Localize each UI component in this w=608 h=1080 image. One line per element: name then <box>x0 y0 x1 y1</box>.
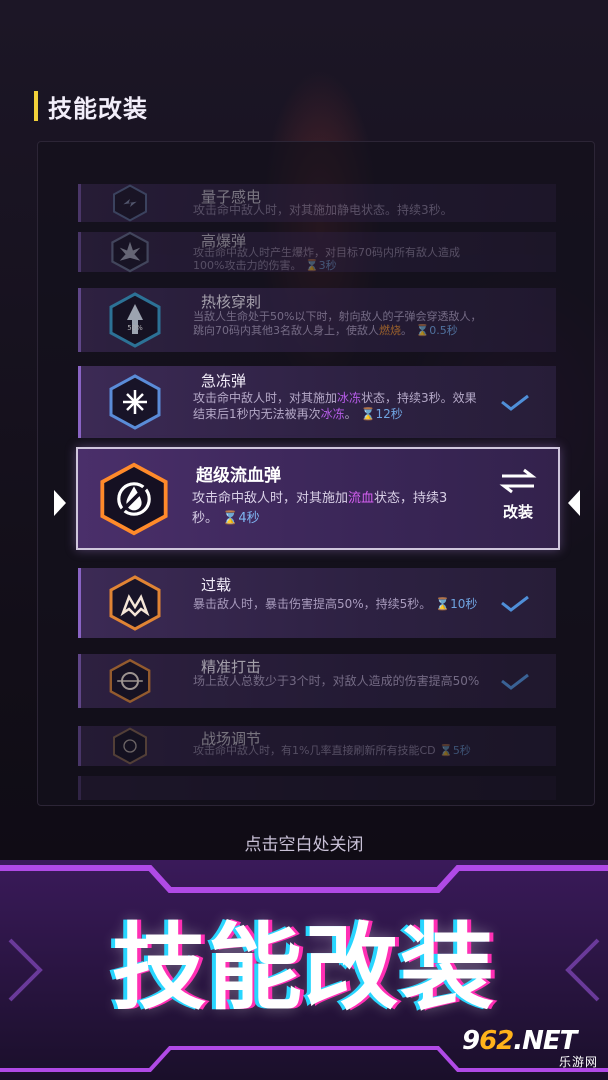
equipped-check-icon <box>501 595 529 612</box>
hourglass-icon: ⌛ <box>439 744 453 757</box>
status-highlight: 燃烧 <box>379 324 401 337</box>
arrow-left-icon <box>568 490 580 516</box>
selected-skill-desc: 攻击命中敌人时，对其施加流血状态，持续3秒。 ⌛4秒 <box>192 489 458 529</box>
cooldown-value: 10秒 <box>450 597 478 611</box>
skill-card[interactable]: 急冻弹 攻击命中敌人时，对其施加冰冻状态，持续3秒。效果结束后1秒内无法被再次冰… <box>78 366 556 438</box>
panel-header: 技能改装 <box>34 88 148 124</box>
cooldown-value: 4秒 <box>238 511 260 526</box>
status-highlight: 冰冻 <box>320 407 345 421</box>
title-accent <box>34 91 38 121</box>
watermark-sub: 乐游网 <box>558 1055 598 1069</box>
skill-desc-text: 攻击命中敌人时，有1%几率直接刷新所有技能CD <box>193 744 436 757</box>
close-hint[interactable]: 点击空白处关闭 <box>0 830 608 855</box>
status-highlight: 流血 <box>348 491 375 506</box>
swap-button-label: 改装 <box>502 503 533 521</box>
skill-card[interactable]: 量子感电 攻击命中敌人时，对其施加静电状态。持续3秒。 <box>78 184 556 222</box>
banner-title: 技能改装 <box>111 914 496 1023</box>
precision-icon <box>109 658 151 704</box>
watermark-logo-num: 62 <box>479 1026 514 1056</box>
skill-desc-text: 攻击命中敌人时，对其施加 <box>192 491 349 506</box>
skill-hex-icon <box>113 184 147 222</box>
skill-desc: 攻击命中敌人时，对其施加静电状态。持续3秒。 <box>193 203 453 217</box>
cooldown-value: 12秒 <box>375 407 403 421</box>
swap-button[interactable]: 改装 <box>492 467 544 531</box>
watermark: 962.NET 乐游网 <box>462 1026 602 1072</box>
skill-desc: 攻击命中敌人时，对其施加冰冻状态，持续3秒。效果结束后1秒内无法被再次冰冻。 ⌛… <box>193 390 486 422</box>
skill-card[interactable]: 过载 暴击敌人时，暴击伤害提高50%，持续5秒。 ⌛10秒 <box>78 568 556 638</box>
selected-skill-name: 超级流血弹 <box>196 466 281 486</box>
selected-skill-card[interactable]: 超级流血弹 攻击命中敌人时，对其施加流血状态，持续3秒。 ⌛4秒 改装 <box>76 447 560 550</box>
skill-desc-text: 。 <box>344 407 357 421</box>
watermark-logo: 962.NET <box>462 1026 577 1056</box>
skill-card[interactable]: 精准打击 场上敌人总数少于3个时，对敌人造成的伤害提高50% <box>78 654 556 708</box>
skill-name: 急冻弹 <box>201 372 247 390</box>
hourglass-icon: ⌛ <box>415 324 430 337</box>
skill-desc: 攻击命中敌人时产生爆炸，对目标70码内所有敌人造成100%攻击力的伤害。 ⌛3秒 <box>193 246 486 280</box>
cooldown-value: 0.5秒 <box>429 324 458 337</box>
skill-desc: 暴击敌人时，暴击伤害提高50%，持续5秒。 ⌛10秒 <box>193 596 486 612</box>
bleed-icon <box>100 462 168 536</box>
equipped-check-icon <box>501 673 529 690</box>
battlefield-icon <box>113 727 147 765</box>
skill-name: 过载 <box>201 576 232 594</box>
watermark-logo-prefix: 9 <box>462 1026 480 1056</box>
skill-desc: 攻击命中敌人时，有1%几率直接刷新所有技能CD ⌛5秒 <box>193 744 486 770</box>
hourglass-icon: ⌛ <box>360 407 376 421</box>
skill-card[interactable]: 战场调节 攻击命中敌人时，有1%几率直接刷新所有技能CD ⌛5秒 <box>78 726 556 766</box>
cooldown-value: 5秒 <box>452 744 471 757</box>
hourglass-icon: ⌛ <box>222 511 239 526</box>
pierce-icon: 50% <box>109 292 161 348</box>
watermark-logo-suffix: .NET <box>513 1026 577 1056</box>
cooldown-value: 3秒 <box>318 259 337 272</box>
skill-card[interactable]: 50% 热核穿刺 当敌人生命处于50%以下时，射向敌人的子弹会穿透敌人，跳向70… <box>78 288 556 352</box>
skill-card-partial <box>78 776 556 800</box>
swap-arrows-icon <box>499 468 537 494</box>
skill-desc: 当敌人生命处于50%以下时，射向敌人的子弹会穿透敌人，跳向70码内其他3名敌人身… <box>193 310 486 338</box>
equipped-check-icon <box>501 394 529 411</box>
skill-desc-text: 。 <box>401 324 412 337</box>
skill-name: 热核穿刺 <box>201 293 262 311</box>
hourglass-icon: ⌛ <box>435 597 451 611</box>
arrow-right-icon <box>54 490 66 516</box>
overload-icon <box>109 575 161 631</box>
svg-text:50%: 50% <box>127 324 143 332</box>
hourglass-icon: ⌛ <box>304 259 319 272</box>
skill-card[interactable]: 高爆弹 攻击命中敌人时产生爆炸，对目标70码内所有敌人造成100%攻击力的伤害。… <box>78 231 556 273</box>
skill-desc: 场上敌人总数少于3个时，对敌人造成的伤害提高50% <box>193 674 480 688</box>
freeze-icon <box>109 374 161 430</box>
skill-desc-text: 攻击命中敌人时，对其施加 <box>193 391 338 405</box>
skill-desc-text: 暴击敌人时，暴击伤害提高50%，持续5秒。 <box>193 597 432 611</box>
explosion-icon <box>111 231 149 273</box>
status-highlight: 冰冻 <box>337 391 362 405</box>
page-title: 技能改装 <box>48 94 148 123</box>
